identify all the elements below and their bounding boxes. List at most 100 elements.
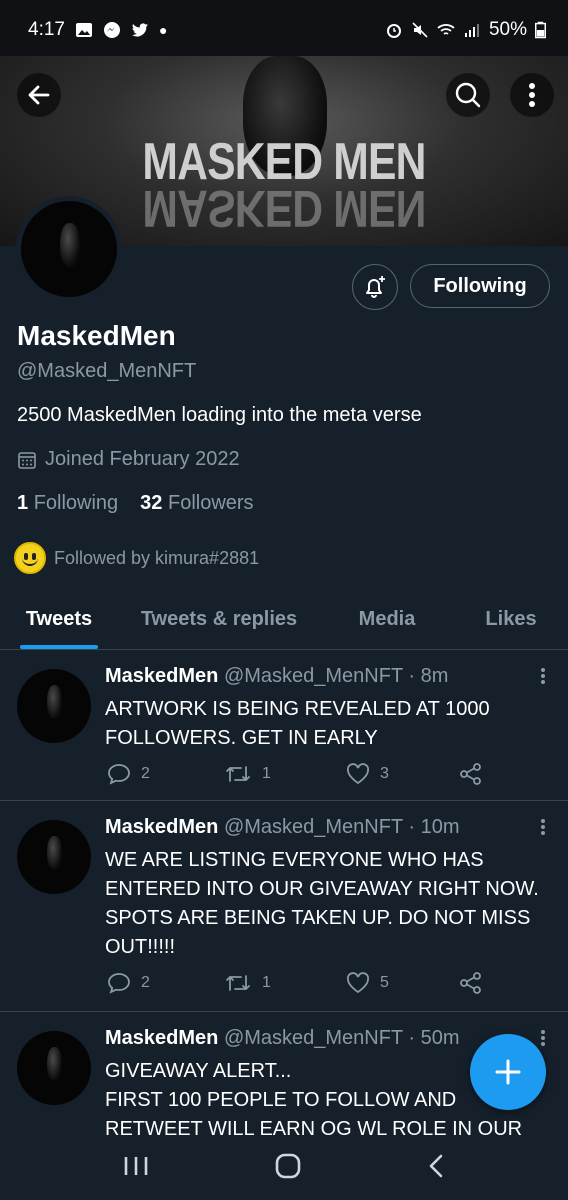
like-button[interactable]: 3	[346, 763, 459, 785]
tweet-more-button[interactable]	[540, 667, 546, 691]
alarm-icon	[386, 24, 401, 38]
back-button[interactable]	[17, 73, 61, 117]
profile-name: MaskedMen	[17, 320, 176, 351]
tab-label: Tweets	[25, 608, 93, 630]
system-navigation-bar	[0, 1136, 568, 1200]
reply-button[interactable]: 2	[107, 763, 224, 785]
share-icon	[460, 763, 481, 785]
retweet-button[interactable]: 1	[224, 763, 346, 785]
tweet-avatar[interactable]	[17, 669, 91, 743]
tweet[interactable]: MaskedMen @Masked_MenNFT · 10m WE ARE LI…	[0, 802, 568, 1012]
followers-count: 32	[140, 492, 163, 514]
active-tab-indicator	[20, 645, 98, 649]
messenger-icon	[103, 22, 120, 38]
share-button[interactable]	[459, 763, 483, 785]
tab-label: Media	[358, 608, 416, 630]
back-nav-button[interactable]	[427, 1153, 445, 1184]
like-count: 5	[380, 974, 389, 991]
like-count: 3	[380, 765, 389, 782]
tweet-handle-time: @Masked_MenNFT · 50m	[223, 1027, 460, 1049]
search-button[interactable]	[446, 73, 490, 117]
tweet-avatar[interactable]	[17, 1031, 91, 1105]
tweet-more-button[interactable]	[540, 1029, 546, 1053]
tweet-author-name: MaskedMen	[105, 665, 219, 687]
share-button[interactable]	[459, 972, 483, 994]
mute-icon	[412, 22, 428, 38]
tweet-header: MaskedMen @Masked_MenNFT · 50m	[105, 1027, 460, 1050]
notifications-button[interactable]	[352, 264, 398, 310]
tweet-actions: 2 1 3	[107, 763, 483, 785]
gallery-icon	[75, 23, 92, 37]
profile-bio: 2500 MaskedMen loading into the meta ver…	[17, 404, 422, 426]
follower-avatar	[14, 542, 46, 574]
like-button[interactable]: 5	[346, 972, 459, 994]
tweet-more-button[interactable]	[540, 818, 546, 842]
plus-icon	[495, 1059, 521, 1085]
banner-title-reflection: MASKED MEN	[142, 179, 426, 237]
retweet-count: 1	[262, 765, 271, 782]
calendar-icon	[18, 451, 36, 469]
reply-count: 2	[141, 974, 150, 991]
tab-label: Tweets & replies	[140, 608, 298, 630]
compose-tweet-button[interactable]	[470, 1034, 546, 1110]
tweet-author-name: MaskedMen	[105, 816, 219, 838]
tweet-handle-time: @Masked_MenNFT · 8m	[223, 665, 449, 687]
wifi-icon	[437, 24, 455, 35]
follow-stats: 1 Following 32 Followers	[17, 492, 254, 515]
more-options-button[interactable]	[510, 73, 554, 117]
share-icon	[460, 972, 481, 994]
tab-media[interactable]: Media	[320, 590, 454, 649]
tweet-handle-time: @Masked_MenNFT · 10m	[223, 816, 460, 838]
tweet-author-name: MaskedMen	[105, 1027, 219, 1049]
retweet-button[interactable]: 1	[224, 972, 346, 994]
search-icon	[455, 82, 481, 108]
following-label: Following	[33, 492, 119, 514]
following-stat[interactable]: 1 Following	[17, 492, 118, 515]
reply-count: 2	[141, 765, 150, 782]
tweet-avatar[interactable]	[17, 820, 91, 894]
profile-tabs: Tweets Tweets & replies Media Likes	[0, 590, 568, 650]
recent-apps-button[interactable]	[123, 1155, 149, 1182]
reply-icon	[108, 973, 130, 994]
retweet-icon	[226, 766, 250, 782]
reply-icon	[108, 764, 130, 785]
bell-plus-icon	[366, 276, 385, 298]
tab-tweets[interactable]: Tweets	[0, 590, 118, 649]
home-icon	[275, 1153, 301, 1178]
tweet-header: MaskedMen @Masked_MenNFT · 10m	[105, 816, 460, 839]
tweet-text: WE ARE LISTING EVERYONE WHO HAS ENTERED …	[105, 849, 539, 958]
more-vertical-icon	[541, 1030, 545, 1046]
following-count: 1	[17, 492, 29, 514]
followed-by-text: Followed by kimura#2881	[54, 547, 260, 568]
tab-tweets-and-replies[interactable]: Tweets & replies	[118, 590, 320, 649]
joined-date: Joined February 2022	[17, 448, 240, 471]
more-vertical-icon	[541, 819, 545, 835]
followers-label: Followers	[167, 492, 254, 514]
joined-text: Joined February 2022	[45, 448, 240, 470]
following-button[interactable]: Following	[410, 264, 550, 308]
more-vertical-icon	[541, 668, 545, 684]
battery-level: 50%	[488, 19, 527, 40]
twitter-icon	[131, 23, 148, 37]
tab-label: Likes	[485, 608, 537, 630]
home-button[interactable]	[274, 1152, 302, 1185]
reply-button[interactable]: 2	[107, 972, 224, 994]
tweet-text: ARTWORK IS BEING REVEALED AT 1000 FOLLOW…	[105, 698, 490, 749]
notification-dot-icon: ●	[158, 22, 168, 38]
heart-icon	[346, 763, 370, 785]
profile-avatar[interactable]	[21, 201, 117, 297]
retweet-icon	[226, 975, 250, 991]
tweet[interactable]: MaskedMen @Masked_MenNFT · 8m ARTWORK IS…	[0, 651, 568, 801]
status-bar: 4:17 ● 50%	[0, 0, 568, 60]
profile-handle: @Masked_MenNFT	[17, 360, 197, 382]
tab-likes[interactable]: Likes	[454, 590, 568, 649]
followers-stat[interactable]: 32 Followers	[140, 492, 253, 515]
more-vertical-icon	[529, 83, 535, 107]
recents-icon	[124, 1156, 147, 1175]
battery-icon	[535, 21, 546, 39]
followed-by[interactable]: Followed by kimura#2881	[14, 542, 259, 574]
heart-icon	[346, 972, 370, 994]
retweet-count: 1	[262, 974, 271, 991]
tweet-actions: 2 1 5	[107, 972, 483, 994]
tweet-header: MaskedMen @Masked_MenNFT · 8m	[105, 665, 448, 688]
